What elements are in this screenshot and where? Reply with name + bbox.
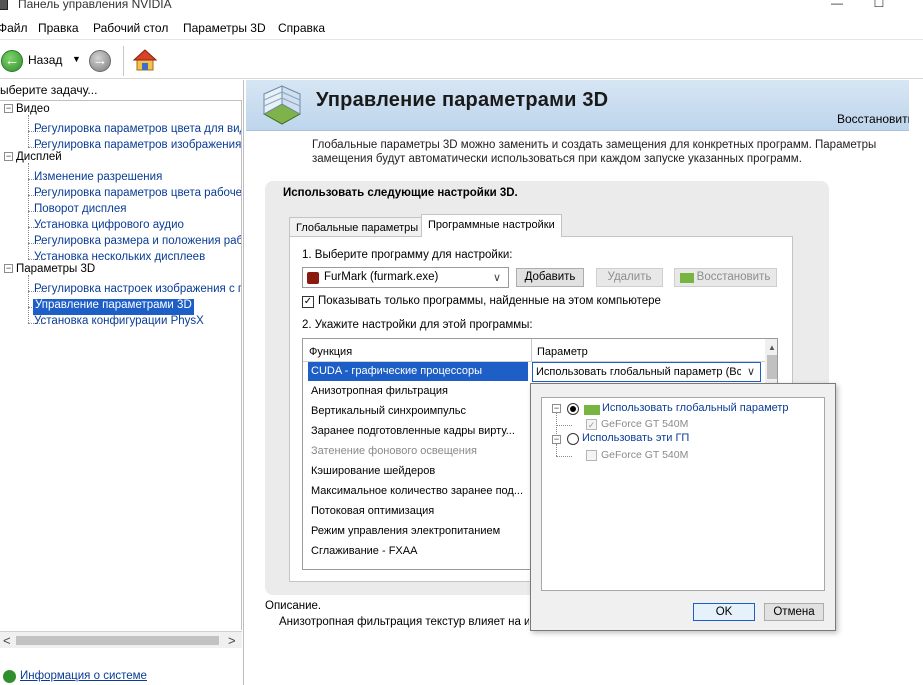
description-label: Описание. — [265, 600, 322, 612]
radio-use-global[interactable] — [567, 403, 579, 415]
menu-help[interactable]: Справка — [278, 21, 325, 35]
furmark-icon — [307, 272, 319, 284]
table-row[interactable]: Режим управления электропитанием — [308, 522, 528, 541]
back-arrow-icon[interactable]: ← — [1, 50, 23, 72]
step2-label: 2. Укажите настройки для этой программы: — [302, 319, 533, 331]
sidebar-item-digital-audio[interactable]: Установка цифрового аудио — [34, 219, 184, 235]
scroll-right-icon[interactable]: > — [228, 633, 236, 648]
3d-settings-icon — [262, 85, 302, 125]
restore-defaults-link[interactable]: Восстановить — [837, 112, 914, 126]
column-header-parameter: Параметр — [537, 346, 588, 358]
tab-program-settings[interactable]: Программные настройки — [421, 214, 562, 237]
collapse-icon: − — [4, 103, 13, 113]
scroll-thumb[interactable] — [767, 355, 777, 379]
sidebar-item-video-color[interactable]: Регулировка параметров цвета для вид — [34, 123, 241, 139]
back-button-label[interactable]: Назад — [28, 53, 62, 67]
nvidia-app-icon — [0, 0, 8, 10]
program-select-value: FurMark (furmark.exe) — [324, 271, 439, 283]
collapse-icon[interactable]: − — [552, 435, 561, 444]
column-separator — [531, 339, 532, 361]
gpu-checkbox-global: ✓ — [586, 419, 597, 430]
cancel-button[interactable]: Отмена — [764, 603, 824, 621]
table-row[interactable]: Потоковая оптимизация — [308, 502, 528, 521]
table-row[interactable]: Затенение фонового освещения — [308, 442, 528, 461]
step1-label: 1. Выберите программу для настройки: — [302, 249, 513, 261]
add-program-button[interactable]: Добавить — [516, 268, 584, 287]
tab-global-settings[interactable]: Глобальные параметры — [289, 217, 426, 237]
scroll-thumb[interactable] — [16, 636, 219, 645]
table-row[interactable]: Вертикальный синхроимпульс — [308, 402, 528, 421]
gpu-name-global: GeForce GT 540M — [601, 418, 689, 430]
table-row[interactable]: Сглаживание - FXAA — [308, 542, 528, 561]
task-header: ыберите задачу... — [0, 83, 98, 97]
restore-program-button[interactable]: Восстановить — [674, 268, 777, 287]
page-description: Глобальные параметры 3D можно заменить и… — [312, 139, 877, 165]
scroll-up-icon[interactable]: ▲ — [768, 343, 776, 352]
minimize-button[interactable]: — — [822, 0, 852, 14]
chevron-down-icon: ∨ — [747, 366, 756, 378]
gpu-selection-popup: − Использовать глобальный параметр ✓ GeF… — [530, 383, 836, 631]
show-only-installed-checkbox[interactable]: ✓ — [302, 296, 314, 308]
collapse-icon: − — [4, 263, 13, 273]
sidebar-item-physx[interactable]: Установка конфигурации PhysX — [34, 315, 204, 331]
nvidia-logo-icon — [680, 273, 694, 283]
forward-arrow-icon[interactable]: → — [89, 50, 111, 72]
back-dropdown-icon[interactable]: ▼ — [72, 54, 81, 64]
table-row[interactable]: Максимальное количество заранее под... — [308, 482, 528, 501]
nvidia-logo-icon — [584, 405, 600, 415]
group-title: Использовать следующие настройки 3D. — [283, 187, 518, 199]
page-header: Управление параметрами 3D Восстановить — [246, 80, 923, 131]
option-use-these-gpus-label[interactable]: Использовать эти ГП — [582, 432, 689, 444]
description-text: Анизотропная фильтрация текстур влияет н… — [279, 616, 529, 628]
page-title: Управление параметрами 3D — [316, 89, 609, 111]
gpu-checkbox-custom[interactable] — [586, 450, 597, 461]
sidebar-item-rotate-display[interactable]: Поворот дисплея — [34, 203, 126, 219]
menu-file[interactable]: Файл — [0, 21, 28, 35]
menu-bar: Файл Правка Рабочий стол Параметры 3D Сп… — [0, 18, 923, 38]
ok-button[interactable]: OK — [693, 603, 755, 621]
option-use-global-label[interactable]: Использовать глобальный параметр — [602, 402, 789, 414]
toolbar-separator — [123, 46, 124, 76]
toolbar: ← Назад ▼ → — [0, 39, 923, 79]
tree-group-video[interactable]: − Видео — [4, 103, 50, 119]
radio-use-these-gpus[interactable] — [567, 433, 579, 445]
sidebar-item-image-settings-preview[interactable]: Регулировка настроек изображения с пр — [34, 283, 241, 299]
menu-3d-settings[interactable]: Параметры 3D — [183, 21, 266, 35]
sidebar-item-desktop-size[interactable]: Регулировка размера и положения рабо — [34, 235, 241, 251]
sidebar-horizontal-scrollbar[interactable]: < > — [0, 631, 242, 648]
table-row[interactable]: Заранее подготовленные кадры вирту... — [308, 422, 528, 441]
table-row[interactable]: Анизотропная фильтрация — [308, 382, 528, 401]
collapse-icon: − — [4, 151, 13, 161]
task-tree: − Видео Регулировка параметров цвета для … — [0, 100, 242, 630]
chevron-down-icon: ∨ — [493, 272, 502, 284]
table-row[interactable]: CUDA - графические процессоры — [308, 362, 528, 381]
sidebar-item-desktop-color[interactable]: Регулировка параметров цвета рабочег — [34, 187, 241, 203]
menu-edit[interactable]: Правка — [38, 21, 79, 35]
parameter-select-value: Использовать глобальный параметр (Все) — [536, 366, 741, 378]
collapse-icon[interactable]: − — [552, 404, 561, 413]
menu-desktop[interactable]: Рабочий стол — [93, 21, 168, 35]
system-info-link[interactable]: Информация о системе — [20, 670, 147, 682]
scroll-left-icon[interactable]: < — [3, 633, 11, 648]
parameter-select[interactable]: Использовать глобальный параметр (Все) ∨ — [532, 362, 761, 382]
remove-program-button[interactable]: Удалить — [596, 268, 663, 287]
show-only-installed-label: Показывать только программы, найденные н… — [318, 295, 661, 307]
task-sidebar: ыберите задачу... − Видео Регулировка пар… — [0, 80, 244, 685]
sidebar-item-manage-3d[interactable]: Управление параметрами 3D — [33, 299, 194, 315]
home-icon[interactable] — [132, 48, 158, 72]
gpu-name-custom: GeForce GT 540M — [601, 449, 689, 461]
sidebar-item-video-image[interactable]: Регулировка параметров изображения д — [34, 139, 241, 155]
window-title: Панель управления NVIDIA — [18, 0, 172, 11]
gpu-option-tree: − Использовать глобальный параметр ✓ GeF… — [541, 397, 825, 591]
column-header-function: Функция — [309, 346, 353, 358]
system-info-icon — [3, 670, 16, 683]
main-vertical-scrollbar[interactable] — [909, 80, 923, 685]
title-bar: Панель управления NVIDIA — ☐ — [0, 0, 923, 16]
maximize-button[interactable]: ☐ — [864, 0, 894, 14]
program-select[interactable]: FurMark (furmark.exe) ∨ — [302, 267, 509, 288]
sidebar-item-resolution[interactable]: Изменение разрешения — [34, 171, 162, 187]
tree-group-3d[interactable]: − Параметры 3D — [4, 263, 95, 279]
tree-group-display[interactable]: − Дисплей — [4, 151, 62, 167]
table-row[interactable]: Кэширование шейдеров — [308, 462, 528, 481]
